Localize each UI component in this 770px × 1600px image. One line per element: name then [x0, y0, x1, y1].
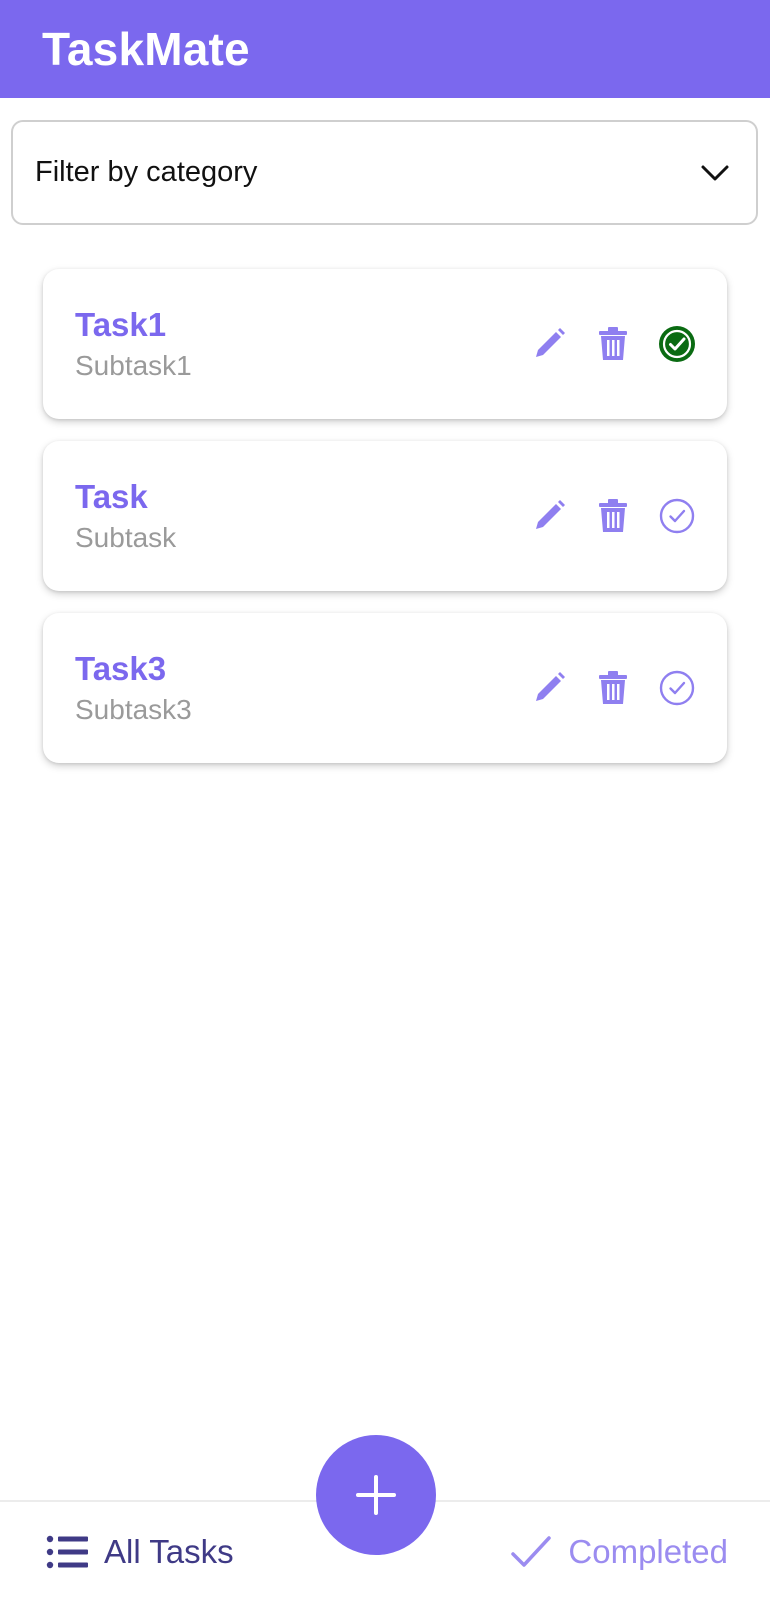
trash-icon — [599, 327, 627, 360]
category-filter-dropdown[interactable]: Filter by category — [11, 120, 758, 225]
nav-completed[interactable]: Completed — [510, 1522, 728, 1582]
trash-icon — [599, 499, 627, 532]
task-card[interactable]: Task Subtask — [43, 441, 727, 591]
delete-task-button[interactable] — [591, 322, 635, 366]
task-subtitle: Subtask1 — [75, 350, 192, 381]
task-actions — [527, 494, 699, 538]
list-icon — [46, 1535, 88, 1569]
task-title: Task3 — [75, 650, 167, 687]
complete-task-toggle[interactable] — [655, 322, 699, 366]
pencil-icon — [536, 500, 565, 529]
pencil-icon — [536, 672, 565, 701]
nav-all-tasks-label: All Tasks — [104, 1533, 234, 1570]
nav-completed-label: Completed — [568, 1533, 728, 1570]
plus-icon — [356, 1475, 396, 1515]
add-task-button[interactable] — [316, 1435, 436, 1555]
edit-task-button[interactable] — [527, 494, 571, 538]
delete-task-button[interactable] — [591, 494, 635, 538]
check-circle-outline-icon — [659, 498, 695, 534]
task-subtitle: Subtask — [75, 522, 177, 553]
task-title: Task1 — [75, 306, 167, 343]
task-card[interactable]: Task3 Subtask3 — [43, 613, 727, 763]
check-circle-outline-icon — [659, 670, 695, 706]
complete-task-toggle[interactable] — [655, 666, 699, 710]
task-actions — [527, 322, 699, 366]
trash-icon — [599, 671, 627, 704]
complete-task-toggle[interactable] — [655, 494, 699, 538]
task-text: Task1 Subtask1 — [75, 306, 192, 382]
task-title: Task — [75, 478, 148, 515]
task-subtitle: Subtask3 — [75, 694, 192, 725]
task-actions — [527, 666, 699, 710]
edit-task-button[interactable] — [527, 666, 571, 710]
nav-all-tasks[interactable]: All Tasks — [46, 1522, 234, 1582]
task-text: Task Subtask — [75, 478, 176, 554]
app-bar: TaskMate — [0, 0, 770, 98]
task-card[interactable]: Task1 Subtask1 — [43, 269, 727, 419]
task-text: Task3 Subtask3 — [75, 650, 192, 726]
delete-task-button[interactable] — [591, 666, 635, 710]
edit-task-button[interactable] — [527, 322, 571, 366]
pencil-icon — [536, 328, 565, 357]
app-title: TaskMate — [42, 23, 250, 75]
filter-label: Filter by category — [35, 156, 258, 188]
task-list: Task1 Subtask1 Task Subtask Task3 Subtas… — [43, 269, 727, 785]
check-circle-filled-icon — [659, 326, 695, 362]
check-icon — [511, 1536, 552, 1567]
chevron-down-icon — [701, 165, 729, 180]
